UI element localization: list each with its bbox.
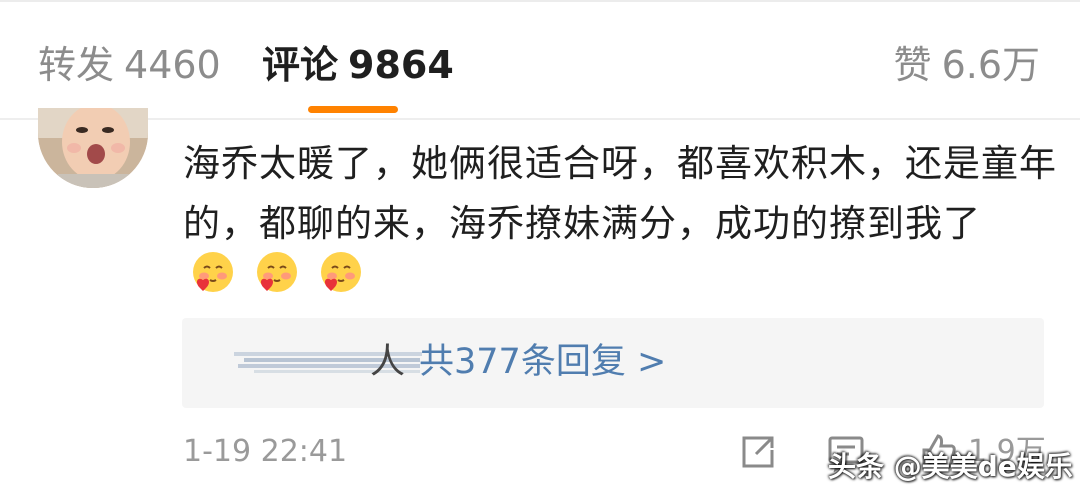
reply-summary: 人共377条回复 > bbox=[370, 338, 666, 386]
blush-heart-emoji-icon bbox=[193, 252, 233, 292]
share-icon[interactable] bbox=[738, 432, 778, 472]
reply-person-suffix: 人 bbox=[370, 342, 406, 382]
tab-repost-count: 4460 bbox=[124, 43, 221, 87]
reply-preview-box[interactable]: 人共377条回复 > bbox=[182, 318, 1044, 408]
tab-like[interactable]: 赞 6.6万 bbox=[894, 40, 1040, 90]
baby-avatar-icon bbox=[38, 108, 148, 188]
tab-repost[interactable]: 转发 4460 bbox=[38, 40, 221, 90]
blush-heart-emoji-icon bbox=[321, 252, 361, 292]
tabs-divider bbox=[0, 118, 1080, 120]
tab-like-count: 6.6万 bbox=[941, 43, 1040, 87]
comment-text: 海乔太暖了，她俩很适合呀，都喜欢积木，还是童年的，都聊的来，海乔撩妹满分，成功的… bbox=[183, 142, 1057, 245]
tab-comment-count: 9864 bbox=[348, 43, 454, 87]
comment-tabs-bar: 转发 4460 评论 9864 赞 6.6万 bbox=[0, 0, 1080, 118]
tab-repost-label: 转发 bbox=[38, 43, 115, 87]
view-replies-link[interactable]: 共377条回复 > bbox=[419, 342, 666, 382]
comment-timestamp: 1-19 22:41 bbox=[183, 434, 348, 469]
watermark: 头条 @美美de娱乐 bbox=[828, 450, 1073, 483]
emoji-row bbox=[186, 248, 366, 300]
active-tab-indicator bbox=[308, 106, 398, 113]
blush-heart-emoji-icon bbox=[257, 252, 297, 292]
tab-comment[interactable]: 评论 9864 bbox=[262, 40, 454, 90]
tab-comment-label: 评论 bbox=[262, 43, 339, 87]
avatar[interactable] bbox=[38, 108, 148, 188]
tab-like-label: 赞 bbox=[893, 43, 932, 87]
